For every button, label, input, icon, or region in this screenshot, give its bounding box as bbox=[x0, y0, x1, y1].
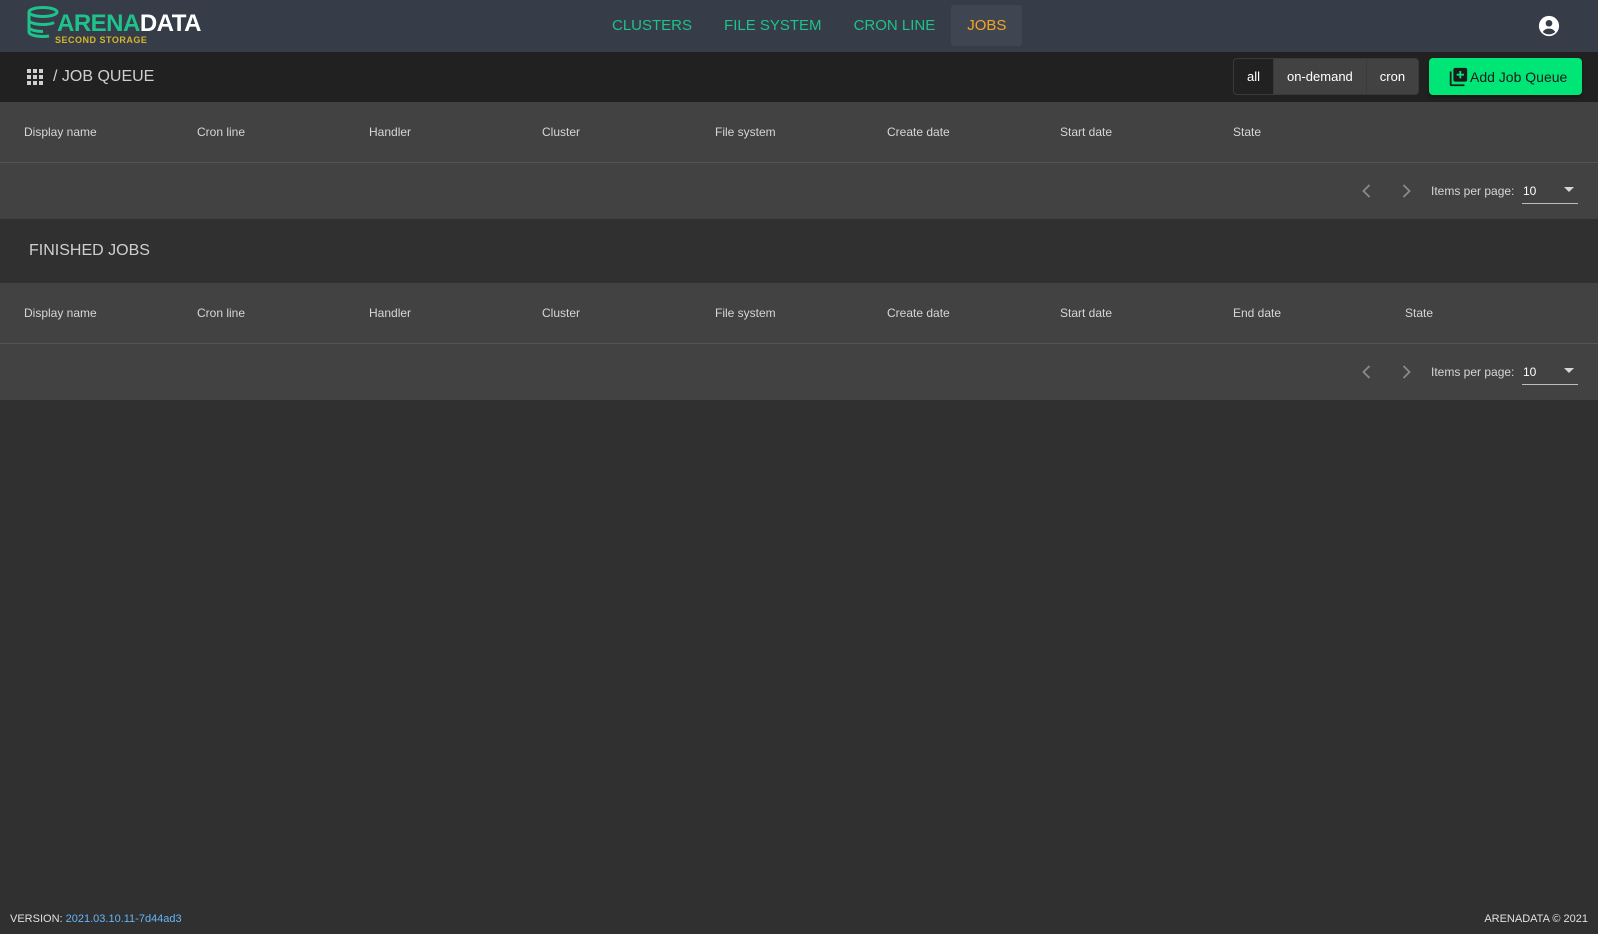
col-display-name[interactable]: Display name bbox=[24, 283, 97, 343]
nav-jobs[interactable]: JOBS bbox=[951, 5, 1023, 46]
add-job-queue-label: Add Job Queue bbox=[1470, 68, 1568, 85]
filter-cron[interactable]: cron bbox=[1367, 59, 1418, 94]
items-per-page-select[interactable]: 10 bbox=[1522, 176, 1578, 204]
chevron-right-icon[interactable] bbox=[1398, 364, 1414, 380]
footer-version: VERSION: 2021.03.10.11-7d44ad3 bbox=[10, 913, 182, 925]
job-type-filter: all on-demand cron bbox=[1233, 58, 1420, 95]
filter-on-demand[interactable]: on-demand bbox=[1274, 59, 1367, 94]
col-create-date[interactable]: Create date bbox=[887, 283, 950, 343]
chevron-left-icon[interactable] bbox=[1359, 183, 1375, 199]
col-start-date[interactable]: Start date bbox=[1060, 102, 1112, 162]
col-cluster[interactable]: Cluster bbox=[542, 283, 580, 343]
nav-clusters[interactable]: CLUSTERS bbox=[596, 5, 708, 46]
account-circle-icon[interactable] bbox=[1538, 15, 1560, 37]
items-per-page-value: 10 bbox=[1523, 184, 1537, 198]
caret-down-icon bbox=[1564, 187, 1574, 192]
job-queue-paginator: Items per page: 10 bbox=[0, 163, 1598, 219]
apps-icon[interactable] bbox=[27, 69, 43, 85]
col-cron-line[interactable]: Cron line bbox=[197, 102, 245, 162]
job-queue-toolbar: / JOB QUEUE all on-demand cron Add Job Q… bbox=[0, 52, 1598, 102]
page-title: / JOB QUEUE bbox=[53, 68, 155, 85]
caret-down-icon bbox=[1564, 368, 1574, 373]
items-per-page-label: Items per page: bbox=[1431, 365, 1515, 379]
col-cluster[interactable]: Cluster bbox=[542, 102, 580, 162]
logo-subtitle: SECOND STORAGE bbox=[55, 35, 148, 45]
col-display-name[interactable]: Display name bbox=[24, 102, 97, 162]
col-cron-line[interactable]: Cron line bbox=[197, 283, 245, 343]
finished-jobs-table-header: Display name Cron line Handler Cluster F… bbox=[0, 283, 1598, 344]
col-file-system[interactable]: File system bbox=[715, 102, 776, 162]
items-per-page-select[interactable]: 10 bbox=[1522, 357, 1578, 385]
library-add-icon bbox=[1449, 67, 1468, 86]
finished-jobs-title: FINISHED JOBS bbox=[29, 242, 150, 259]
finished-jobs-paginator: Items per page: 10 bbox=[0, 344, 1598, 400]
chevron-right-icon[interactable] bbox=[1398, 183, 1414, 199]
col-state[interactable]: State bbox=[1233, 102, 1261, 162]
col-handler[interactable]: Handler bbox=[369, 102, 411, 162]
top-navbar: ARENADATA SECOND STORAGE CLUSTERS FILE S… bbox=[0, 0, 1598, 52]
col-state[interactable]: State bbox=[1405, 283, 1433, 343]
footer-copyright: ARENADATA © 2021 bbox=[1484, 913, 1588, 925]
col-handler[interactable]: Handler bbox=[369, 283, 411, 343]
main-nav: CLUSTERS FILE SYSTEM CRON LINE JOBS bbox=[596, 5, 1023, 46]
filter-all[interactable]: all bbox=[1234, 59, 1275, 94]
chevron-left-icon[interactable] bbox=[1359, 364, 1375, 380]
items-per-page-label: Items per page: bbox=[1431, 184, 1515, 198]
arenadata-logo[interactable]: ARENADATA SECOND STORAGE bbox=[27, 6, 201, 46]
col-start-date[interactable]: Start date bbox=[1060, 283, 1112, 343]
nav-cron-line[interactable]: CRON LINE bbox=[838, 5, 952, 46]
nav-file-system[interactable]: FILE SYSTEM bbox=[708, 5, 838, 46]
add-job-queue-button[interactable]: Add Job Queue bbox=[1429, 58, 1582, 95]
job-queue-table-header: Display name Cron line Handler Cluster F… bbox=[0, 102, 1598, 163]
version-number: 2021.03.10.11-7d44ad3 bbox=[65, 913, 182, 925]
col-end-date[interactable]: End date bbox=[1233, 283, 1281, 343]
items-per-page-value: 10 bbox=[1523, 365, 1537, 379]
col-file-system[interactable]: File system bbox=[715, 283, 776, 343]
col-create-date[interactable]: Create date bbox=[887, 102, 950, 162]
version-label: VERSION: bbox=[10, 913, 63, 925]
